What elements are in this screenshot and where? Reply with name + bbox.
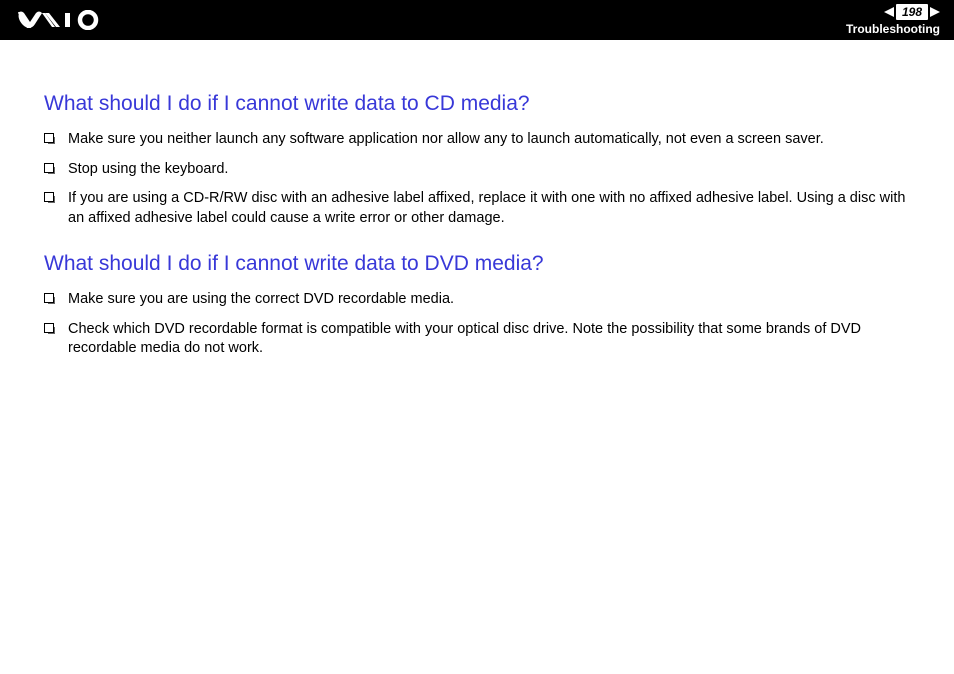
- section-label: Troubleshooting: [846, 22, 940, 36]
- list-item-text: Stop using the keyboard.: [68, 160, 910, 180]
- bullet-icon: [44, 293, 54, 303]
- page-header: 198 Troubleshooting: [0, 0, 954, 40]
- list-item-text: Make sure you neither launch any softwar…: [68, 130, 910, 150]
- bullet-icon: [44, 323, 54, 333]
- vaio-logo: [18, 10, 114, 30]
- list-item: Check which DVD recordable format is com…: [44, 320, 910, 359]
- list-item: Make sure you are using the correct DVD …: [44, 290, 910, 310]
- heading-dvd: What should I do if I cannot write data …: [44, 252, 910, 276]
- page-number: 198: [896, 4, 928, 20]
- list-item-text: If you are using a CD-R/RW disc with an …: [68, 189, 910, 228]
- list-dvd: Make sure you are using the correct DVD …: [44, 290, 910, 359]
- list-cd: Make sure you neither launch any softwar…: [44, 130, 910, 228]
- nav-prev-icon[interactable]: [884, 7, 894, 17]
- list-item-text: Make sure you are using the correct DVD …: [68, 290, 910, 310]
- page-nav: 198: [884, 4, 940, 20]
- bullet-icon: [44, 133, 54, 143]
- list-item: If you are using a CD-R/RW disc with an …: [44, 189, 910, 228]
- nav-next-icon[interactable]: [930, 7, 940, 17]
- heading-cd: What should I do if I cannot write data …: [44, 92, 910, 116]
- list-item: Make sure you neither launch any softwar…: [44, 130, 910, 150]
- list-item: Stop using the keyboard.: [44, 160, 910, 180]
- list-item-text: Check which DVD recordable format is com…: [68, 320, 910, 359]
- header-right: 198 Troubleshooting: [846, 4, 940, 36]
- page-content: What should I do if I cannot write data …: [0, 40, 954, 403]
- bullet-icon: [44, 192, 54, 202]
- bullet-icon: [44, 163, 54, 173]
